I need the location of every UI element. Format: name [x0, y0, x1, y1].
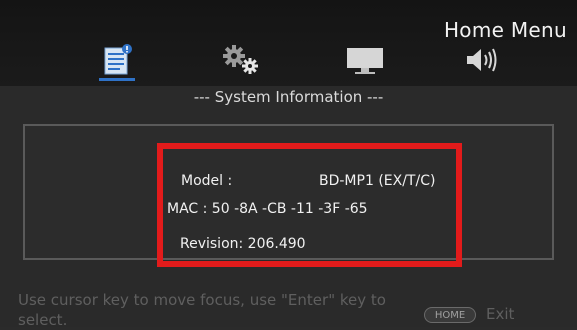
speaker-icon[interactable] [461, 42, 505, 78]
model-label: Model : [181, 173, 233, 189]
section-title: --- System Information --- [193, 88, 384, 106]
page-title: Home Menu [443, 18, 567, 42]
mac-address: MAC : 50 -8A -CB -11 -3F -65 [167, 201, 368, 217]
gears-icon[interactable] [220, 42, 264, 78]
monitor-icon[interactable] [343, 42, 387, 78]
exit-label: Exit [486, 305, 515, 323]
document-info-icon[interactable] [99, 42, 135, 78]
revision-value: Revision: 206.490 [180, 236, 306, 252]
top-menu-bar: Home Menu [0, 0, 577, 86]
model-value: BD-MP1 (EX/T/C) [319, 173, 436, 189]
app-screen: Home Menu --- System Information --- Mod… [0, 0, 577, 329]
selected-tab-indicator [99, 78, 135, 81]
footer-help-text: Use cursor key to move focus, use "Enter… [18, 291, 386, 329]
home-key-badge[interactable]: HOME [424, 307, 476, 323]
